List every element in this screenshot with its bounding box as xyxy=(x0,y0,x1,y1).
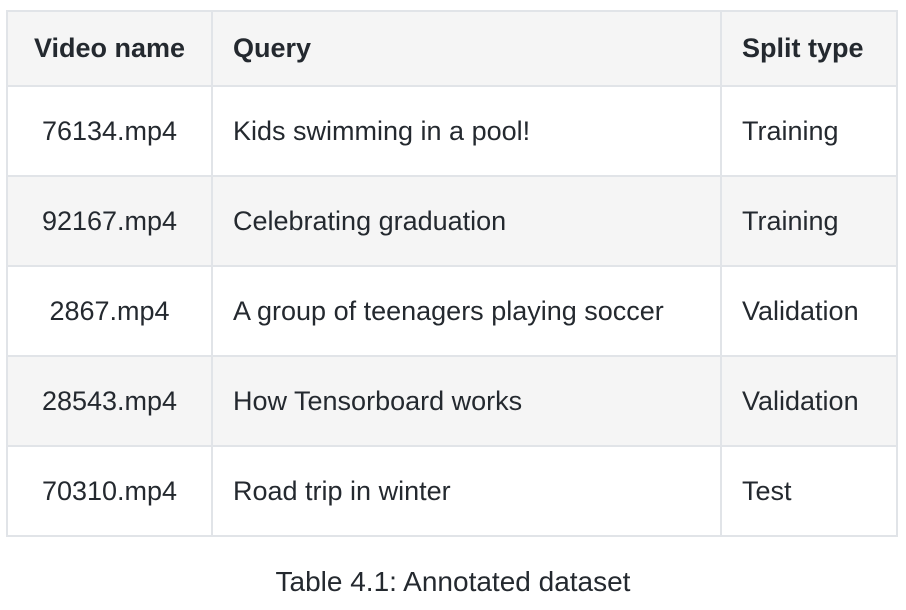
cell-video-name: 28543.mp4 xyxy=(6,355,213,447)
cell-split-type: Validation xyxy=(720,265,898,357)
cell-split-type: Training xyxy=(720,85,898,177)
header-split-type: Split type xyxy=(720,10,898,87)
header-video-name: Video name xyxy=(6,10,213,87)
cell-query: Celebrating graduation xyxy=(211,175,722,267)
table-header: Video name Query Split type xyxy=(6,10,898,87)
cell-split-type: Training xyxy=(720,175,898,267)
cell-query: How Tensorboard works xyxy=(211,355,722,447)
cell-video-name: 2867.mp4 xyxy=(6,265,213,357)
header-query: Query xyxy=(211,10,722,87)
cell-split-type: Validation xyxy=(720,355,898,447)
annotated-dataset-table: Video name Query Split type 76134.mp4 Ki… xyxy=(6,10,898,537)
cell-query: Road trip in winter xyxy=(211,445,722,537)
annotated-dataset-table-container: Video name Query Split type 76134.mp4 Ki… xyxy=(6,10,898,537)
table-caption: Table 4.1: Annotated dataset xyxy=(275,566,631,597)
cell-video-name: 92167.mp4 xyxy=(6,175,213,267)
header-row: Video name Query Split type xyxy=(6,10,898,87)
table-row: 76134.mp4 Kids swimming in a pool! Train… xyxy=(6,85,898,177)
cell-split-type: Test xyxy=(720,445,898,537)
cell-query: Kids swimming in a pool! xyxy=(211,85,722,177)
cell-video-name: 70310.mp4 xyxy=(6,445,213,537)
table-row: 28543.mp4 How Tensorboard works Validati… xyxy=(6,355,898,447)
table-row: 70310.mp4 Road trip in winter Test xyxy=(6,445,898,537)
cell-query: A group of teenagers playing soccer xyxy=(211,265,722,357)
table-row: 2867.mp4 A group of teenagers playing so… xyxy=(6,265,898,357)
table-row: 92167.mp4 Celebrating graduation Trainin… xyxy=(6,175,898,267)
table-body: 76134.mp4 Kids swimming in a pool! Train… xyxy=(6,85,898,537)
cell-video-name: 76134.mp4 xyxy=(6,85,213,177)
